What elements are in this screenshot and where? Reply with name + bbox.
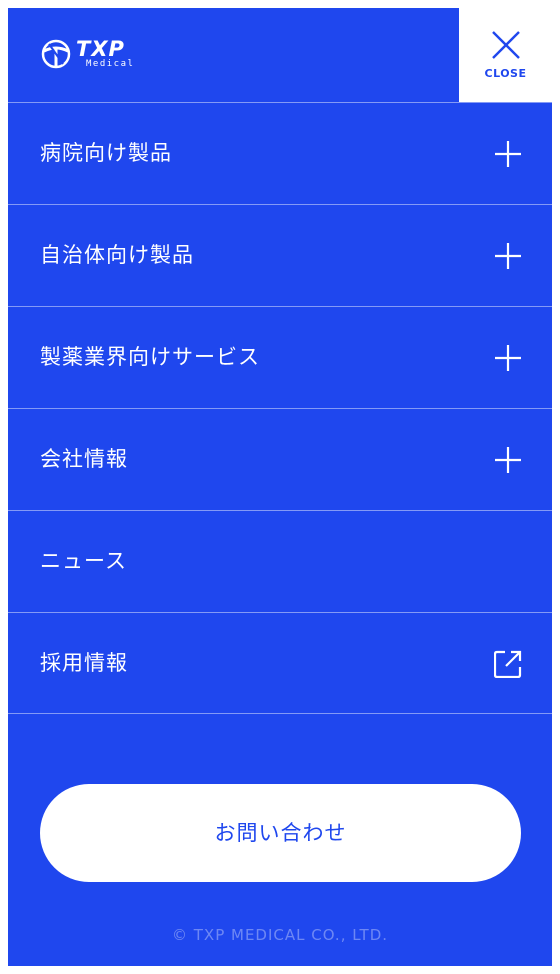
txp-medical-logo[interactable]: TXP Medical — [40, 36, 160, 76]
logo-subtext: Medical — [86, 59, 135, 69]
nav-item-label: 採用情報 — [40, 651, 128, 675]
nav-item-hospital-products[interactable]: 病院向け製品 — [8, 102, 552, 204]
nav-item-pharma-services[interactable]: 製薬業界向けサービス — [8, 306, 552, 408]
nav-item-label: 会社情報 — [40, 447, 128, 471]
logo-mark-icon — [41, 39, 71, 69]
close-icon — [492, 31, 520, 59]
external-link-icon[interactable] — [494, 650, 522, 678]
nav-item-news[interactable]: ニュース — [8, 510, 552, 612]
menu-nav: 病院向け製品 自治体向け製品 製薬業界向けサービス 会社情報 ニュース 採用情報 — [8, 102, 552, 714]
menu-overlay: TXP Medical CLOSE 病院向け製品 自治体向け製品 製薬業界向けサ… — [8, 8, 552, 966]
nav-item-label: ニュース — [40, 549, 127, 573]
nav-item-label: 病院向け製品 — [40, 141, 172, 165]
copyright-text: © TXP MEDICAL CO., LTD. — [171, 926, 389, 944]
nav-item-label: 製薬業界向けサービス — [40, 345, 260, 369]
close-label: CLOSE — [484, 67, 527, 80]
plus-icon[interactable] — [494, 344, 522, 372]
nav-item-label: 自治体向け製品 — [40, 243, 194, 267]
menu-header: TXP Medical CLOSE — [8, 8, 552, 102]
plus-icon[interactable] — [494, 446, 522, 474]
plus-icon[interactable] — [494, 242, 522, 270]
nav-item-municipal-products[interactable]: 自治体向け製品 — [8, 204, 552, 306]
plus-icon[interactable] — [494, 140, 522, 168]
logo-text: TXP — [76, 37, 125, 61]
contact-button[interactable]: お問い合わせ — [40, 784, 521, 882]
close-button[interactable]: CLOSE — [459, 8, 552, 102]
nav-item-company-info[interactable]: 会社情報 — [8, 408, 552, 510]
nav-item-recruit[interactable]: 採用情報 — [8, 612, 552, 714]
